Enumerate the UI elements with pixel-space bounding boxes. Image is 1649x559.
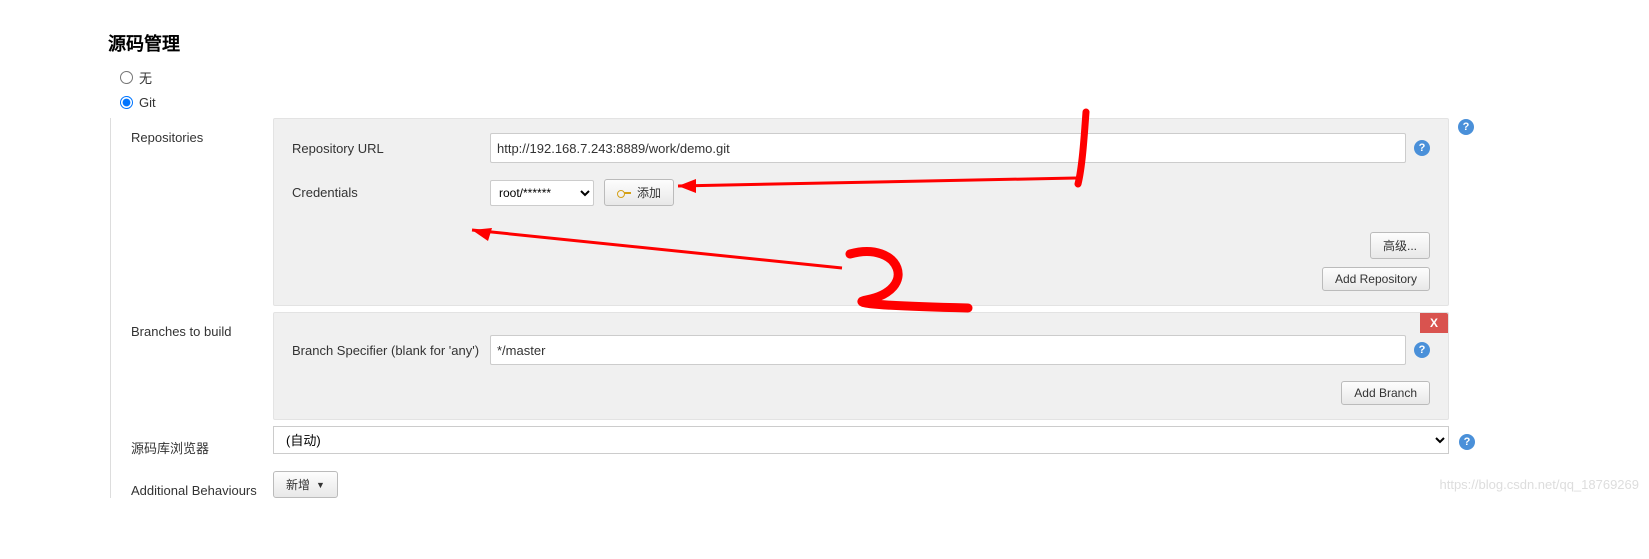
behaviours-label: Additional Behaviours	[131, 471, 273, 498]
add-branch-button[interactable]: Add Branch	[1341, 381, 1430, 405]
repo-url-label: Repository URL	[292, 141, 490, 156]
scm-label-git: Git	[139, 95, 156, 110]
credentials-label: Credentials	[292, 185, 490, 200]
branches-label: Branches to build	[131, 312, 273, 339]
help-icon[interactable]: ?	[1414, 140, 1430, 156]
chevron-down-icon: ▼	[316, 480, 325, 490]
add-credentials-button[interactable]: 添加	[604, 179, 674, 206]
add-credentials-label: 添加	[637, 184, 661, 201]
credentials-select[interactable]: root/******	[490, 180, 594, 206]
section-title: 源码管理	[0, 0, 1649, 68]
help-icon[interactable]: ?	[1459, 434, 1475, 450]
repo-url-input[interactable]	[490, 133, 1406, 163]
behaviours-row: Additional Behaviours 新增 ▼	[131, 471, 1449, 498]
scm-radio-git[interactable]	[120, 96, 133, 109]
repositories-label: Repositories	[131, 118, 273, 145]
delete-branch-button[interactable]: X	[1420, 313, 1448, 333]
repositories-row: Repositories ? Repository URL ? Credenti…	[131, 118, 1449, 306]
branches-panel: X Branch Specifier (blank for 'any') ? A…	[273, 312, 1449, 420]
add-behaviour-button[interactable]: 新增 ▼	[273, 471, 338, 498]
branch-spec-label: Branch Specifier (blank for 'any')	[292, 343, 490, 358]
help-icon[interactable]: ?	[1458, 119, 1474, 135]
watermark: https://blog.csdn.net/qq_18769269	[1440, 477, 1640, 492]
scm-radio-none[interactable]	[120, 71, 133, 84]
scm-option-git[interactable]: Git	[0, 95, 1649, 110]
repo-browser-row: 源码库浏览器 (自动) ?	[131, 426, 1449, 457]
key-icon	[617, 188, 631, 198]
repositories-panel: ? Repository URL ? Credentials root/****…	[273, 118, 1449, 306]
scm-option-none[interactable]: 无	[0, 68, 1649, 87]
add-repository-button[interactable]: Add Repository	[1322, 267, 1430, 291]
advanced-button[interactable]: 高级...	[1370, 232, 1430, 259]
help-icon[interactable]: ?	[1414, 342, 1430, 358]
branch-spec-input[interactable]	[490, 335, 1406, 365]
repo-browser-select[interactable]: (自动)	[273, 426, 1449, 454]
repo-browser-label: 源码库浏览器	[131, 426, 273, 457]
scm-label-none: 无	[139, 68, 152, 87]
branches-row: Branches to build X Branch Specifier (bl…	[131, 312, 1449, 420]
